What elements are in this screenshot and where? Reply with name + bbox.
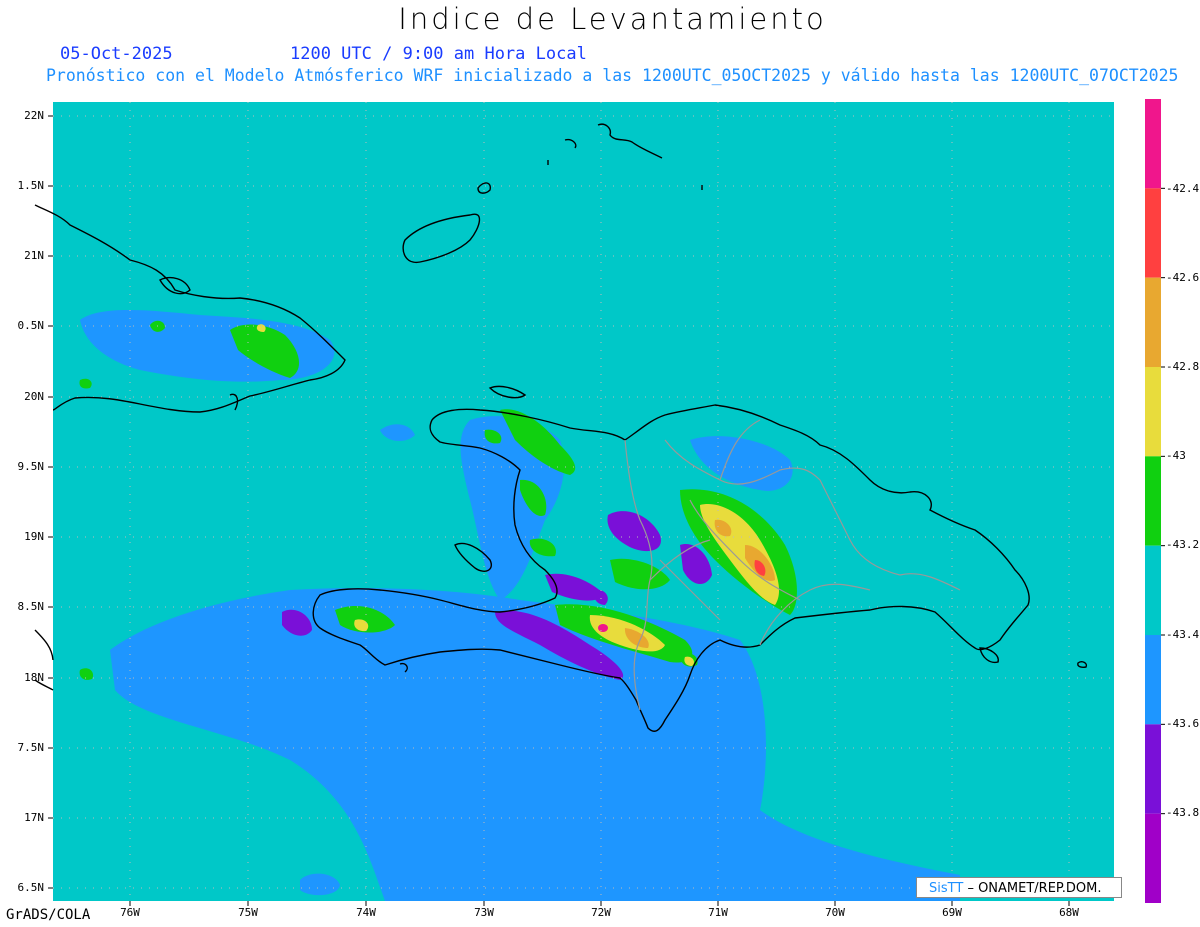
lon-label: 72W <box>591 906 611 919</box>
lat-label: 6.5N <box>17 881 45 894</box>
colorbar-segment <box>1145 277 1161 367</box>
colorbar-label: -43.4 <box>1166 628 1200 641</box>
colorbar-label: -43.2 <box>1166 538 1200 551</box>
lon-label: 71W <box>708 906 728 919</box>
colorbar-label: -43 <box>1166 449 1186 462</box>
colorbar-label: -42.4 <box>1166 182 1200 195</box>
lat-label: 9.5N <box>17 460 45 473</box>
credit-box: SisTT – ONAMET/REP.DOM. <box>916 877 1122 898</box>
colorbar-segment <box>1145 367 1161 457</box>
lat-label: 21N <box>24 249 44 262</box>
colorbar-label: -42.6 <box>1166 271 1200 284</box>
lat-label: 8.5N <box>17 600 45 613</box>
lat-label: 1.5N <box>17 179 45 192</box>
lon-label: 75W <box>238 906 258 919</box>
colorbar-segment <box>1145 724 1161 814</box>
credit-text: – ONAMET/REP.DOM. <box>967 881 1102 896</box>
lat-label: 7.5N <box>17 741 45 754</box>
colorbar-label: -43.8 <box>1166 806 1200 819</box>
lon-label: 70W <box>825 906 845 919</box>
lat-label: 18N <box>24 671 44 684</box>
lat-label: 22N <box>24 109 44 122</box>
colorbar-segment <box>1145 99 1161 189</box>
colorbar-segment <box>1145 813 1161 903</box>
forecast-map <box>34 99 1165 906</box>
colorbar-label: -43.6 <box>1166 717 1200 730</box>
colorbar-segment <box>1145 635 1161 725</box>
sistt-logo: SisTT <box>929 881 964 896</box>
lon-label: 74W <box>356 906 376 919</box>
lon-label: 76W <box>120 906 140 919</box>
colorbar <box>1145 99 1165 903</box>
lat-label: 20N <box>24 390 44 403</box>
lat-label: 17N <box>24 811 44 824</box>
colorbar-segment <box>1145 456 1161 546</box>
lat-label: 19N <box>24 530 44 543</box>
software-credit: GrADS/COLA <box>6 907 91 923</box>
colorbar-label: -42.8 <box>1166 360 1200 373</box>
lon-label: 69W <box>942 906 962 919</box>
lon-label: 73W <box>474 906 494 919</box>
lon-label: 68W <box>1059 906 1079 919</box>
colorbar-segment <box>1145 545 1161 635</box>
lat-label: 0.5N <box>17 319 45 332</box>
colorbar-segment <box>1145 188 1161 278</box>
